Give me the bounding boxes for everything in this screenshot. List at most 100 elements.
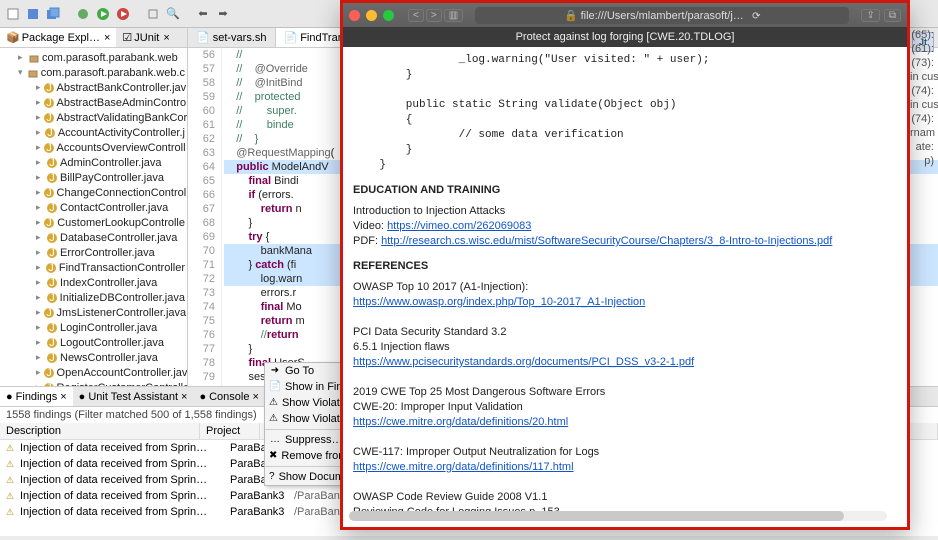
cwe117-link[interactable]: https://cwe.mitre.org/data/definitions/1… xyxy=(353,461,574,473)
java-file-node[interactable]: ▸JLogoutController.java xyxy=(0,335,187,350)
coverage-icon[interactable] xyxy=(114,5,132,23)
java-file-node[interactable]: ▸JLoginController.java xyxy=(0,320,187,335)
close-tab-icon[interactable]: × xyxy=(252,391,258,403)
java-file-node[interactable]: ▸JCustomerLookupControlle xyxy=(0,215,187,230)
twisty-icon[interactable]: ▸ xyxy=(36,142,41,153)
svg-text:J: J xyxy=(49,277,55,289)
java-file-node[interactable]: ▸JFindTransactionController xyxy=(0,260,187,275)
package-tab[interactable]: 📦Package Expl…× xyxy=(0,28,116,47)
twisty-icon[interactable]: ▸ xyxy=(36,352,44,363)
twisty-icon[interactable]: ▸ xyxy=(36,172,44,183)
run-icon[interactable] xyxy=(94,5,112,23)
java-file-node[interactable]: ▸JErrorController.java xyxy=(0,245,187,260)
context-menu-item[interactable]: ?Show Docume xyxy=(265,469,351,485)
file-icon: 📄 xyxy=(196,31,210,44)
java-file-node[interactable]: ▸JAbstractBaseAdminContro xyxy=(0,95,187,110)
back-icon[interactable]: ⬅ xyxy=(194,5,212,23)
java-file-node[interactable]: ▸JContactController.java xyxy=(0,200,187,215)
java-file-node[interactable]: ▸JRegisterCustomerControlle xyxy=(0,380,187,386)
java-file-node[interactable]: ▸JNewsController.java xyxy=(0,350,187,365)
java-file-node[interactable]: ▸JInitializeDBController.java xyxy=(0,290,187,305)
open-type-icon[interactable] xyxy=(144,5,162,23)
java-file-node[interactable]: ▸JBillPayController.java xyxy=(0,170,187,185)
java-file-node[interactable]: ▸JAdminController.java xyxy=(0,155,187,170)
twisty-icon[interactable]: ▸ xyxy=(36,307,41,318)
twisty-icon[interactable]: ▸ xyxy=(36,382,41,386)
twisty-icon[interactable]: ▸ xyxy=(36,277,44,288)
twisty-icon[interactable]: ▸ xyxy=(36,82,41,93)
twisty-icon[interactable]: ▸ xyxy=(36,232,44,243)
context-menu-item[interactable]: ➜Go To xyxy=(265,363,351,379)
package-tab[interactable]: ☑JUnit× xyxy=(116,28,175,47)
owasp-link[interactable]: https://www.owasp.org/index.php/Top_10-2… xyxy=(353,296,645,308)
package-node[interactable]: ▾com.parasoft.parabank.web.c xyxy=(0,65,187,80)
search-icon[interactable]: 🔍 xyxy=(164,5,182,23)
column-header[interactable]: Description xyxy=(0,423,200,439)
twisty-icon[interactable]: ▸ xyxy=(36,262,43,273)
horizontal-scrollbar[interactable] xyxy=(349,511,887,521)
menu-item-icon: … xyxy=(269,434,281,446)
sidebar-icon[interactable]: ▥ xyxy=(444,9,463,22)
pci-link[interactable]: https://www.pcisecuritystandards.org/doc… xyxy=(353,356,694,368)
minimize-icon[interactable] xyxy=(366,10,377,21)
context-menu-item[interactable]: ✖Remove from xyxy=(265,448,351,464)
java-file-node[interactable]: ▸JDatabaseController.java xyxy=(0,230,187,245)
twisty-icon[interactable]: ▸ xyxy=(36,337,44,348)
share-icon[interactable]: ⇪ xyxy=(861,9,879,22)
new-icon[interactable] xyxy=(4,5,22,23)
twisty-icon[interactable]: ▸ xyxy=(36,292,44,303)
java-file-node[interactable]: ▸JAbstractValidatingBankCor xyxy=(0,110,187,125)
context-menu-item[interactable]: ⚠Show Violatio xyxy=(265,411,351,427)
java-file-node[interactable]: ▸JAccountActivityController.j xyxy=(0,125,187,140)
context-menu-item[interactable]: ⚠Show Violatio xyxy=(265,395,351,411)
browser-body[interactable]: _log.warning("User visited: " + user); }… xyxy=(343,47,907,527)
close-tab-icon[interactable]: × xyxy=(163,32,169,44)
context-menu-item[interactable]: 📄Show in Findi xyxy=(265,379,351,395)
tree-label: LoginController.java xyxy=(60,322,157,334)
maximize-icon[interactable] xyxy=(383,10,394,21)
twisty-icon[interactable]: ▸ xyxy=(36,157,44,168)
save-icon[interactable] xyxy=(24,5,42,23)
video-link[interactable]: https://vimeo.com/262069083 xyxy=(387,220,531,232)
java-file-node[interactable]: ▸JIndexController.java xyxy=(0,275,187,290)
warning-icon: ⚠ xyxy=(4,506,16,518)
cwe25-link[interactable]: https://cwe.mitre.org/data/definitions/2… xyxy=(353,416,568,428)
twisty-icon[interactable]: ▸ xyxy=(36,112,41,123)
java-file-node[interactable]: ▸JJmsListenerController.java xyxy=(0,305,187,320)
twisty-icon[interactable]: ▸ xyxy=(36,322,44,333)
twisty-icon[interactable]: ▾ xyxy=(18,67,25,78)
java-file-node[interactable]: ▸JOpenAccountController.jav xyxy=(0,365,187,380)
editor-tab[interactable]: 📄set-vars.sh xyxy=(188,28,276,47)
bottom-tab[interactable]: ●Unit Test Assistant× xyxy=(73,387,194,406)
close-tab-icon[interactable]: × xyxy=(181,391,187,403)
nav-back-icon[interactable]: < xyxy=(408,9,424,22)
column-header[interactable]: Project xyxy=(200,423,260,439)
forward-icon[interactable]: ➡ xyxy=(214,5,232,23)
java-file-icon: J xyxy=(46,322,58,334)
close-tab-icon[interactable]: × xyxy=(60,391,66,403)
java-file-node[interactable]: ▸JChangeConnectionControl xyxy=(0,185,187,200)
java-file-icon: J xyxy=(43,217,55,229)
java-file-node[interactable]: ▸JAbstractBankController.jav xyxy=(0,80,187,95)
save-all-icon[interactable] xyxy=(44,5,62,23)
close-icon[interactable] xyxy=(349,10,360,21)
context-menu-item[interactable]: …Suppress… xyxy=(265,432,351,448)
bottom-tab[interactable]: ●Findings× xyxy=(0,387,73,406)
pdf-link[interactable]: http://research.cs.wisc.edu/mist/Softwar… xyxy=(381,235,832,247)
twisty-icon[interactable]: ▸ xyxy=(18,52,26,63)
bottom-tab[interactable]: ●Console× xyxy=(193,387,264,406)
debug-icon[interactable] xyxy=(74,5,92,23)
twisty-icon[interactable]: ▸ xyxy=(36,97,41,108)
tabs-icon[interactable]: ⧉ xyxy=(884,9,901,22)
twisty-icon[interactable]: ▸ xyxy=(36,202,44,213)
twisty-icon[interactable]: ▸ xyxy=(36,127,42,138)
close-tab-icon[interactable]: × xyxy=(104,32,110,44)
url-bar[interactable]: 🔒 file:///Users/mlambert/parasoft/j… ⟳ xyxy=(475,7,849,24)
twisty-icon[interactable]: ▸ xyxy=(36,217,41,228)
package-node[interactable]: ▸com.parasoft.parabank.web xyxy=(0,50,187,65)
twisty-icon[interactable]: ▸ xyxy=(36,247,44,258)
java-file-node[interactable]: ▸JAccountsOverviewControll xyxy=(0,140,187,155)
package-tree[interactable]: ▸com.parasoft.parabank.web▾com.parasoft.… xyxy=(0,48,187,386)
twisty-icon[interactable]: ▸ xyxy=(36,367,41,378)
twisty-icon[interactable]: ▸ xyxy=(36,187,41,198)
